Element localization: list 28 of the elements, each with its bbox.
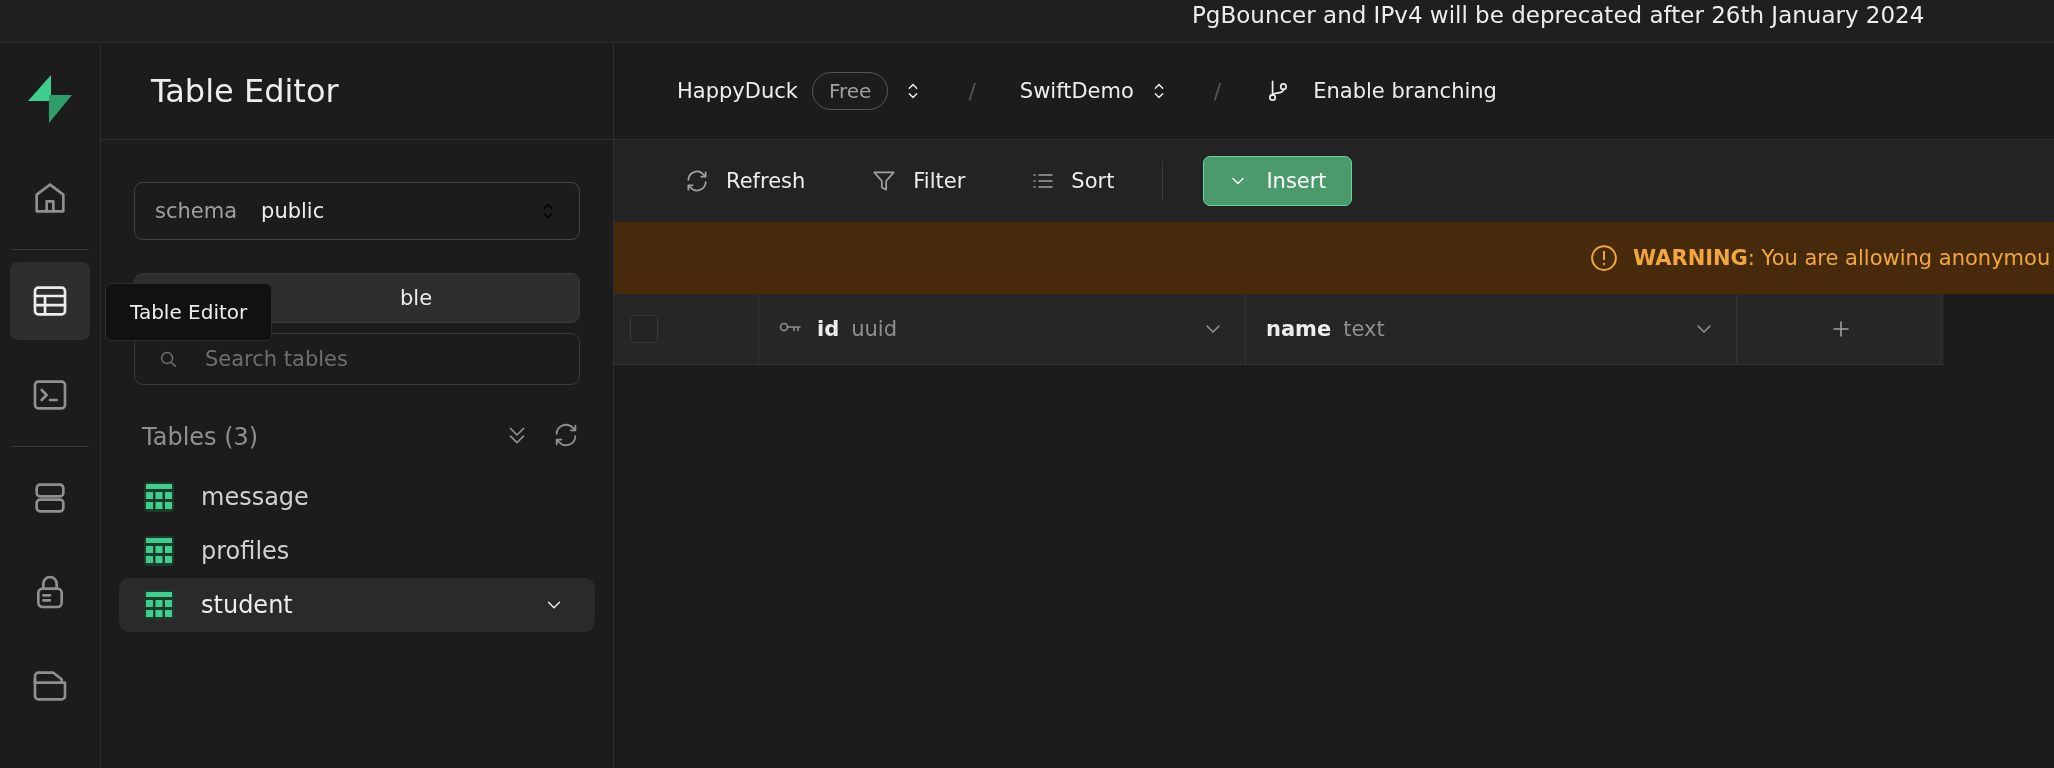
filter-button[interactable]: Filter <box>861 160 976 202</box>
refresh-button[interactable]: Refresh <box>674 160 816 202</box>
table-icon <box>143 481 175 513</box>
announcement-text: PgBouncer and IPv4 will be deprecated after 26th January 2024 <box>1192 2 1925 28</box>
breadcrumb-separator: / <box>1213 78 1222 104</box>
tooltip: Table Editor <box>105 283 273 341</box>
table-list-item[interactable]: student <box>119 578 595 632</box>
panel-title: Table Editor <box>151 72 339 110</box>
table-list-item[interactable]: profiles <box>119 524 595 578</box>
schema-select[interactable]: schema public <box>134 182 580 240</box>
column-header[interactable]: name text <box>1250 294 1737 364</box>
column-header[interactable]: id uuid <box>759 294 1246 364</box>
breadcrumb-separator: / <box>968 78 976 104</box>
table-icon <box>143 589 175 621</box>
refresh-icon <box>684 168 710 194</box>
branching-link[interactable]: Enable branching <box>1313 79 1497 103</box>
table-list-item[interactable]: message <box>119 470 595 524</box>
search-input[interactable]: Search tables <box>203 346 579 372</box>
tables-heading: Tables (3) <box>142 422 260 451</box>
nav-button[interactable] <box>10 262 90 340</box>
logo-icon <box>25 73 75 125</box>
sort-button[interactable]: Sort <box>1021 161 1125 201</box>
org-name[interactable]: HappyDuck <box>677 79 798 103</box>
table-icon <box>143 535 175 567</box>
project-name[interactable]: SwiftDemo <box>1019 79 1134 103</box>
search-field[interactable]: Search tables <box>134 333 580 385</box>
warning-text: WARNING: You are allowing anonymou <box>1633 246 2051 270</box>
warning-icon <box>1589 243 1619 273</box>
